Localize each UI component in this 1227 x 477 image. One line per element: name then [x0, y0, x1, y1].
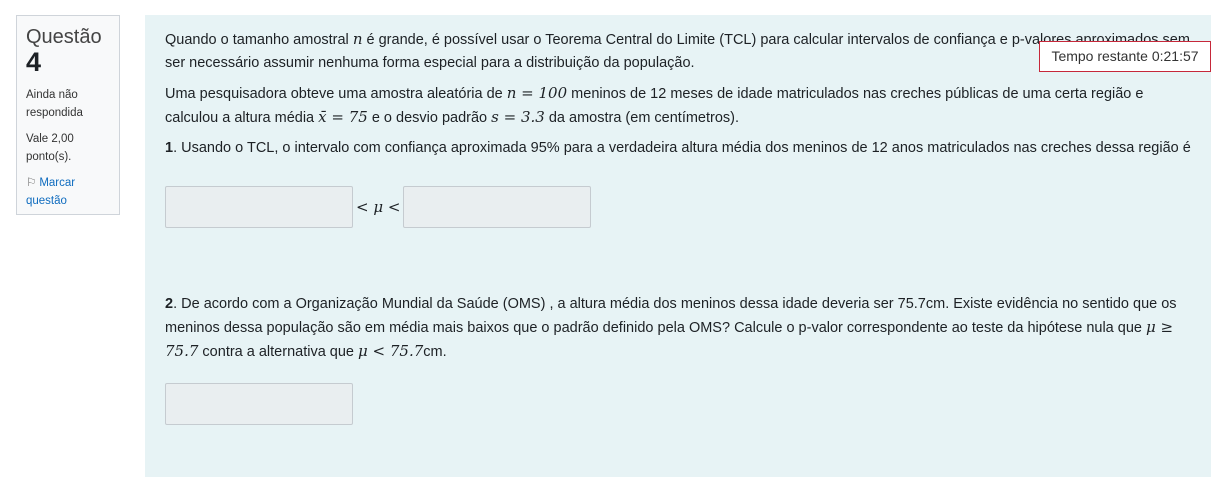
sample-text-3: e o desvio padrão: [367, 110, 492, 126]
question-content: Quando o tamanho amostral n é grande, é …: [145, 15, 1211, 477]
p-value-input[interactable]: [165, 383, 353, 425]
math-h1: μ < 75.7: [358, 342, 424, 360]
part2-label: 2: [165, 296, 174, 312]
part1-paragraph: 1. Usando o TCL, o intervalo com confian…: [165, 137, 1191, 160]
interval-answer-row: < μ <: [165, 186, 592, 228]
sample-paragraph: Uma pesquisadora obteve uma amostra alea…: [165, 82, 1191, 130]
part2-text-mid: contra a alternativa que: [198, 344, 359, 360]
math-n-eq: n = 100: [506, 84, 568, 102]
part1-text: . Usando o TCL, o intervalo com confianç…: [173, 140, 1191, 156]
math-xbar-eq: x̄ = 75: [318, 108, 368, 126]
time-remaining-badge: Tempo restante 0:21:57: [1039, 41, 1211, 72]
part2-text: . De acordo com a Organização Mundial da…: [165, 296, 1177, 336]
question-number-value: 4: [26, 47, 42, 77]
sample-text-1: Uma pesquisadora obteve uma amostra alea…: [165, 86, 507, 102]
question-grade: Vale 2,00 ponto(s).: [26, 133, 74, 163]
sample-text-4: da amostra (em centímetros).: [544, 110, 740, 126]
question-label: Questão: [26, 26, 102, 48]
question-number: Questão 4: [26, 26, 110, 76]
inequality-mu: < μ <: [356, 197, 401, 216]
part2-paragraph: 2. De acordo com a Organização Mundial d…: [165, 293, 1181, 364]
math-s-eq: s = 3.3: [491, 108, 545, 126]
upper-bound-input[interactable]: [403, 186, 592, 228]
intro-paragraph: Quando o tamanho amostral n é grande, é …: [165, 28, 1191, 75]
part1-label: 1: [165, 140, 174, 156]
part2-text-end: cm.: [423, 344, 447, 360]
question-state: Ainda não respondida: [26, 89, 83, 119]
intro-text-a: Quando o tamanho amostral: [165, 32, 353, 48]
flag-icon: ⚐: [26, 177, 37, 189]
p-value-answer-row: [165, 383, 353, 425]
question-info-panel: Questão 4 Ainda não respondida Vale 2,00…: [16, 15, 120, 215]
flag-question-link[interactable]: ⚐ Marcar questão: [26, 174, 110, 210]
lower-bound-input[interactable]: [165, 186, 353, 228]
